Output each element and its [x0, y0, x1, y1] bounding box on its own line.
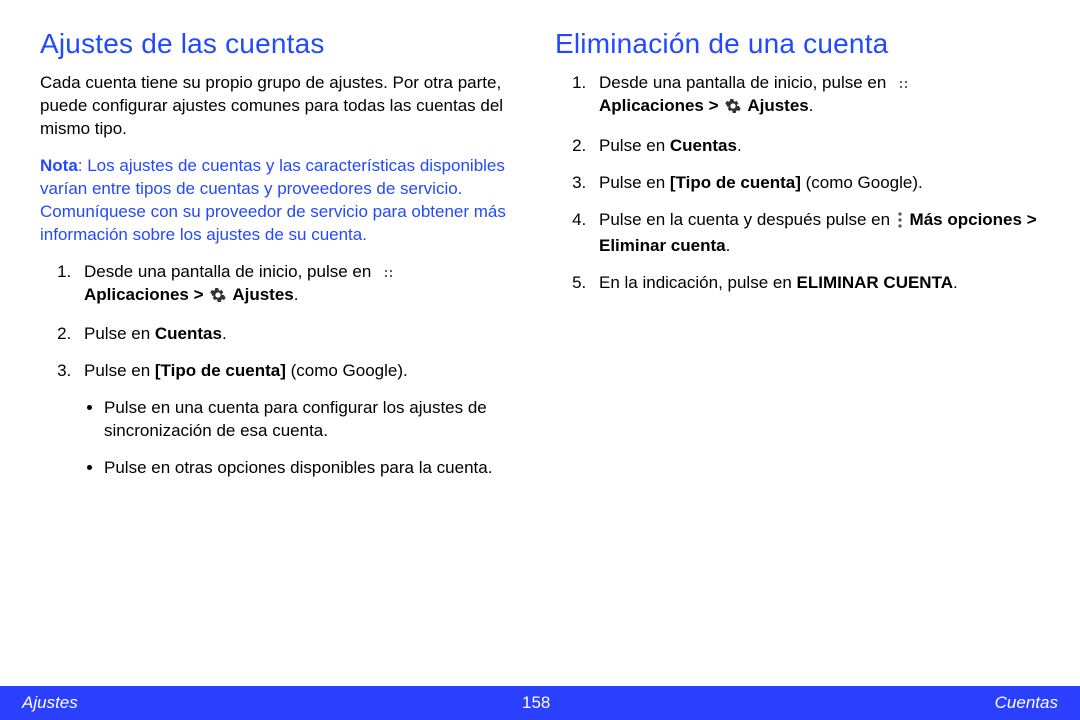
right-step-1: Desde una pantalla de inicio, pulse en A…	[591, 72, 1040, 121]
footer-right: Cuentas	[995, 693, 1058, 713]
step-text: Pulse en	[84, 361, 155, 380]
step-bold: [Tipo de cuenta]	[155, 361, 286, 380]
note-body: : Los ajustes de cuentas y las caracterí…	[40, 156, 506, 244]
bullet-1: Pulse en una cuenta para configurar los …	[104, 397, 525, 443]
apps-grid-icon	[378, 263, 394, 279]
right-column: Eliminación de una cuenta Desde una pant…	[555, 28, 1040, 676]
step-bold: Cuentas	[670, 136, 737, 155]
step-bold-2: Ajustes	[743, 96, 809, 115]
right-step-3: Pulse en [Tipo de cuenta] (como Google).	[591, 172, 1040, 195]
step-bold: Cuentas	[155, 324, 222, 343]
step-text: Desde una pantalla de inicio, pulse en	[599, 73, 891, 92]
step-text: Desde una pantalla de inicio, pulse en	[84, 262, 376, 281]
left-title: Ajustes de las cuentas	[40, 28, 525, 60]
footer-bar: Ajustes 158 Cuentas	[0, 686, 1080, 720]
right-title: Eliminación de una cuenta	[555, 28, 1040, 60]
step-text: Pulse en la cuenta y después pulse en	[599, 210, 895, 229]
right-step-2: Pulse en Cuentas.	[591, 135, 1040, 158]
step-text-after: (como Google).	[286, 361, 408, 380]
apps-grid-icon	[893, 74, 909, 90]
left-steps: Desde una pantalla de inicio, pulse en A…	[40, 261, 525, 481]
left-step-3: Pulse en [Tipo de cuenta] (como Google).…	[76, 360, 525, 480]
step-bold-2: Ajustes	[228, 285, 294, 304]
step-bold-1: Aplicaciones >	[599, 96, 723, 115]
step-text: Pulse en	[599, 173, 670, 192]
step-text: Pulse en	[84, 324, 155, 343]
gear-icon	[210, 287, 226, 310]
footer-page-number: 158	[522, 693, 550, 713]
step-bold-1: Aplicaciones >	[84, 285, 208, 304]
note-label: Nota	[40, 156, 78, 175]
left-intro: Cada cuenta tiene su propio grupo de aju…	[40, 72, 525, 141]
step-bold: [Tipo de cuenta]	[670, 173, 801, 192]
page-content: Ajustes de las cuentas Cada cuenta tiene…	[0, 0, 1080, 686]
left-column: Ajustes de las cuentas Cada cuenta tiene…	[40, 28, 525, 676]
left-step-3-bullets: Pulse en una cuenta para configurar los …	[84, 397, 525, 480]
bullet-2: Pulse en otras opciones disponibles para…	[104, 457, 525, 480]
left-step-2: Pulse en Cuentas.	[76, 323, 525, 346]
right-step-4: Pulse en la cuenta y después pulse en Má…	[591, 209, 1040, 258]
step-bold: ELIMINAR CUENTA	[797, 273, 953, 292]
left-step-1: Desde una pantalla de inicio, pulse en A…	[76, 261, 525, 310]
step-text-after: (como Google).	[801, 173, 923, 192]
left-note: Nota: Los ajustes de cuentas y las carac…	[40, 155, 525, 247]
step-text: Pulse en	[599, 136, 670, 155]
footer-left: Ajustes	[22, 693, 78, 713]
gear-icon	[725, 98, 741, 121]
more-vertical-icon	[897, 212, 903, 235]
right-step-5: En la indicación, pulse en ELIMINAR CUEN…	[591, 272, 1040, 295]
step-text: En la indicación, pulse en	[599, 273, 797, 292]
right-steps: Desde una pantalla de inicio, pulse en A…	[555, 72, 1040, 295]
